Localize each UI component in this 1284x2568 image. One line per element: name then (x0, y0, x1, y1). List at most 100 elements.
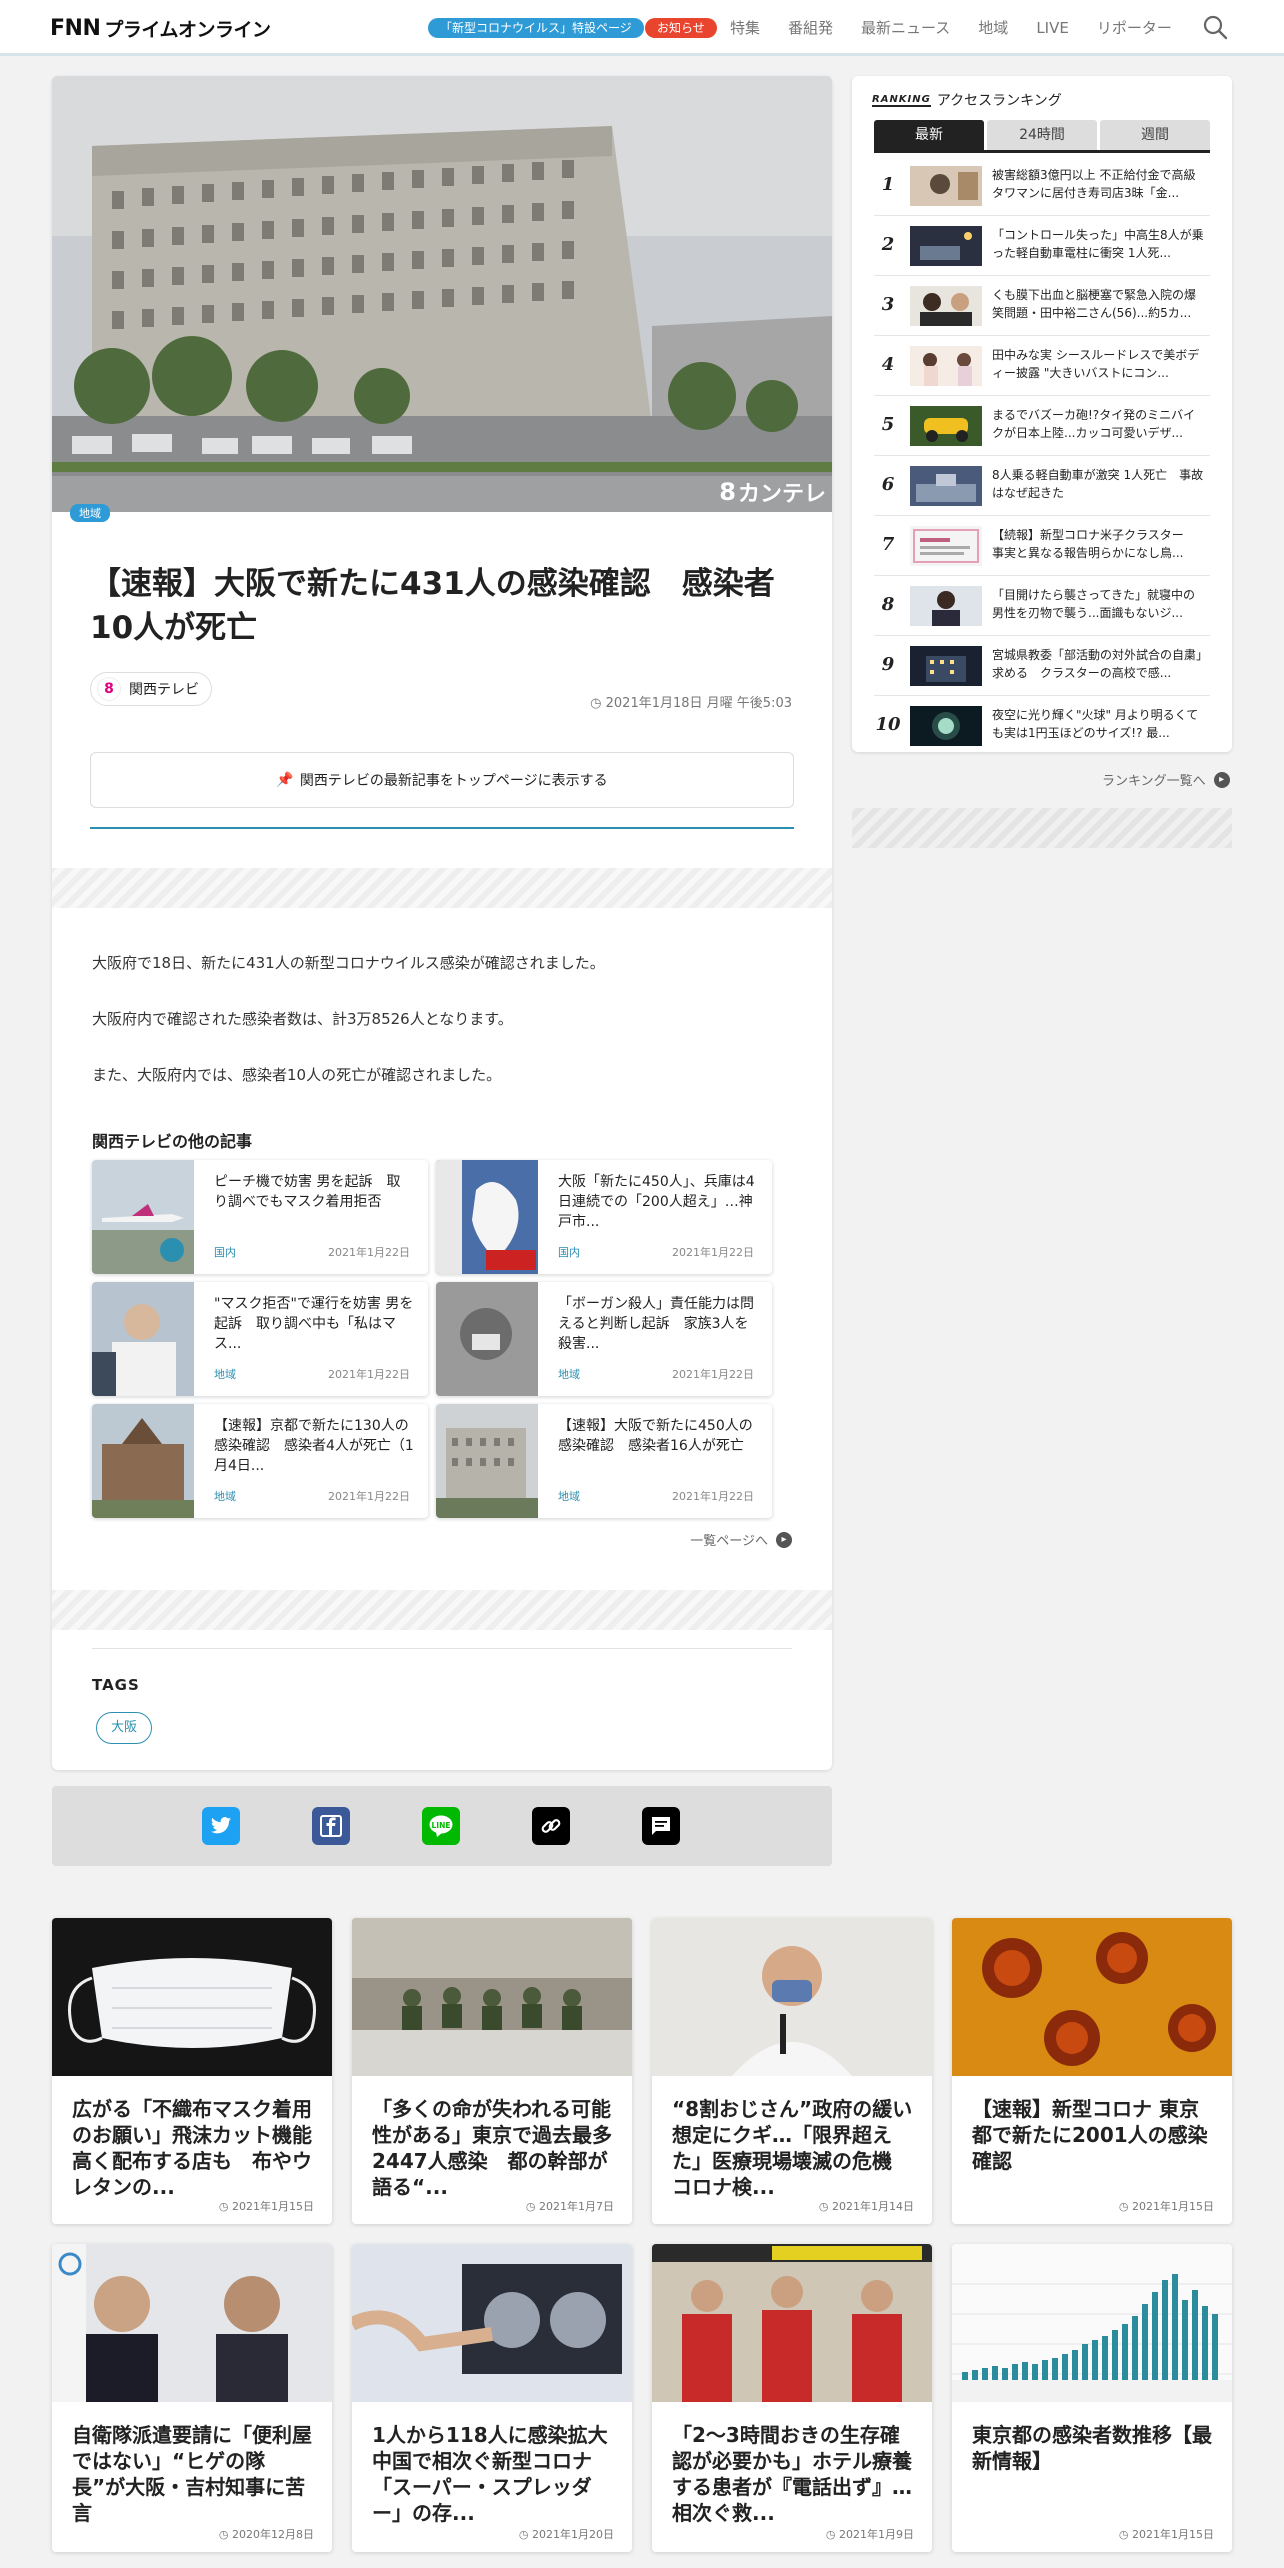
related-title: 【速報】大阪で新たに450人の感染確認 感染者16人が死亡 (558, 1418, 753, 1454)
ranking-more-link[interactable]: ランキング一覧へ ▸ (1102, 770, 1230, 789)
grid-article-card[interactable]: 【速報】新型コロナ 東京都で新たに2001人の感染確認 ◷ 2021年1月15日 (952, 1918, 1232, 2224)
grid-thumb (652, 2244, 932, 2402)
related-date: 2021年1月22日 (328, 1368, 410, 1381)
tag-chip-osaka[interactable]: 大阪 (96, 1712, 153, 1744)
ranking-title: まるでバズーカ砲!?タイ発のミニバイクが日本上陸...カッコ可愛いデザ... (992, 408, 1196, 440)
grid-title: 「多くの命が失われる可能性がある」東京で過去最多2447人感染 都の幹部が語る“… (372, 2097, 612, 2199)
hero-watermark: 8 カンテレ (719, 478, 826, 507)
grid-date: ◷ 2021年1月15日 (1118, 2528, 1214, 2541)
ranking-thumb (910, 406, 982, 446)
share-bar: LINE (52, 1786, 832, 1866)
site-logo[interactable]: FNN プライムオンライン (50, 15, 271, 41)
ranking-item[interactable]: 3 くも膜下出血と脳梗塞で緊急入院の爆笑問題・田中裕二さん(56)...約5カ.… (874, 276, 1210, 336)
tab-weekly[interactable]: 週間 (1100, 120, 1210, 150)
related-article-card[interactable]: 「ボーガン殺人」責任能力は問えると判断し起訴 家族3人を殺害... 地域 202… (436, 1282, 772, 1396)
ranking-item[interactable]: 6 8人乗る軽自動車が激突 1人死亡 事故はなぜ起きた (874, 456, 1210, 516)
ranking-number: 9 (881, 654, 895, 675)
related-article-card[interactable]: 【速報】大阪で新たに450人の感染確認 感染者16人が死亡 地域 2021年1月… (436, 1404, 772, 1518)
clock-icon: ◷ (518, 2528, 532, 2541)
hatch-divider (52, 868, 832, 908)
clock-icon: ◷ (590, 696, 606, 711)
related-section-title: 関西テレビの他の記事 (92, 1132, 253, 1151)
twitter-share-button[interactable] (202, 1807, 240, 1845)
nav-item-reporter[interactable]: リポーター (1097, 16, 1172, 40)
facebook-share-button[interactable] (312, 1807, 350, 1845)
main-nav: 特集 番組発 最新ニュース 地域 LIVE リポーター (730, 16, 1200, 40)
article-title: 【速報】大阪で新たに431人の感染確認 感染者10人が死亡 (90, 566, 775, 646)
grid-title: 自衛隊派遣要請に「便利屋ではない」“ヒゲの隊長”が大阪・吉村知事に苦言 (72, 2423, 312, 2525)
nav-item-latest-news[interactable]: 最新ニュース (861, 16, 950, 40)
related-more-link[interactable]: 一覧ページへ ▸ (690, 1530, 792, 1549)
source-badge[interactable]: 8 関西テレビ (90, 672, 212, 706)
grid-article-card[interactable]: 自衛隊派遣要請に「便利屋ではない」“ヒゲの隊長”が大阪・吉村知事に苦言 ◷ 20… (52, 2244, 332, 2552)
pin-to-top-button[interactable]: 📌 関西テレビの最新記事をトップページに表示する (90, 752, 794, 808)
grid-title: 広がる「不織布マスク着用のお願い」飛沫カット機能高く配布する店も 布やウレタンの… (72, 2097, 312, 2199)
ranking-item[interactable]: 9 宮城県教委「部活動の対外試合の自粛」求める クラスターの高校で感... (874, 636, 1210, 696)
ranking-tabs: 最新 24時間 週間 (874, 120, 1213, 150)
covid-special-link[interactable]: 「新型コロナウイルス」特設ページ (428, 18, 644, 38)
clock-icon: ◷ (1118, 2528, 1132, 2541)
ranking-thumb (910, 706, 982, 746)
region-tag[interactable]: 地域 (70, 504, 110, 522)
grid-date: ◷ 2021年1月15日 (1118, 2200, 1214, 2213)
grid-date: ◷ 2021年1月20日 (518, 2528, 614, 2541)
article-paragraph: また、大阪府内では、感染者10人の死亡が確認されました。 (92, 1066, 502, 1084)
ranking-title: 宮城県教委「部活動の対外試合の自粛」求める クラスターの高校で感... (992, 648, 1203, 680)
ranking-title: 被害総額3億円以上 不正給付金で高級タワマンに居付き寿司店3昧「金... (992, 168, 1196, 200)
divider (90, 827, 794, 829)
related-title: 【速報】京都で新たに130人の感染確認 感染者4人が死亡（1月4日... (214, 1418, 414, 1474)
grid-article-card[interactable]: 1人から118人に感染拡大 中国で相次ぐ新型コロナ「スーパー・スプレッダー」の存… (352, 2244, 632, 2552)
grid-title: 「2～3時間おきの生存確認が必要かも」ホテル療養する患者が『電話出ず』…相次ぐ救… (672, 2423, 912, 2525)
pin-icon: 📌 (276, 772, 294, 788)
related-category: 国内 (558, 1246, 580, 1259)
grid-date: ◷ 2021年1月14日 (818, 2200, 914, 2213)
related-thumb (436, 1160, 538, 1274)
ranking-item[interactable]: 2 「コントロール失った」中高生8人が乗った軽自動車電柱に衝突 1人死... (874, 216, 1210, 276)
related-article-card[interactable]: ピーチ機で妨害 男を起訴 取り調べでもマスク着用拒否 国内 2021年1月22日 (92, 1160, 428, 1274)
nav-item-live[interactable]: LIVE (1036, 16, 1069, 40)
grid-article-card[interactable]: 「多くの命が失われる可能性がある」東京で過去最多2447人感染 都の幹部が語る“… (352, 1918, 632, 2224)
related-date: 2021年1月22日 (672, 1490, 754, 1503)
grid-thumb (352, 2244, 632, 2402)
related-date: 2021年1月22日 (672, 1246, 754, 1259)
grid-article-card[interactable]: 「2～3時間おきの生存確認が必要かも」ホテル療養する患者が『電話出ず』…相次ぐ救… (652, 2244, 932, 2552)
clock-icon: ◷ (525, 2200, 539, 2213)
copy-link-button[interactable] (532, 1807, 570, 1845)
tab-latest[interactable]: 最新 (874, 120, 984, 150)
related-article-card[interactable]: 大阪「新たに450人」、兵庫は4日連続での「200人超え」…神戸市... 国内 … (436, 1160, 772, 1274)
grid-article-card[interactable]: 広がる「不織布マスク着用のお願い」飛沫カット機能高く配布する店も 布やウレタンの… (52, 1918, 332, 2224)
grid-article-card[interactable]: “8割おじさん”政府の緩い想定にクギ…「限界超えた」医療現場壊滅の危機 コロナ検… (652, 1918, 932, 2224)
ranking-item[interactable]: 8 「目開けたら襲さってきた」就寝中の男性を刃物で襲う...面識もないジ... (874, 576, 1210, 636)
clock-icon: ◷ (218, 2528, 232, 2541)
ranking-number: 3 (881, 294, 895, 315)
ranking-thumb (910, 586, 982, 626)
tab-24h[interactable]: 24時間 (987, 120, 1097, 150)
ranking-number: 8 (881, 594, 895, 615)
nav-item-program[interactable]: 番組発 (788, 16, 833, 40)
related-date: 2021年1月22日 (328, 1490, 410, 1503)
chevron-right-icon: ▸ (776, 1531, 792, 1548)
related-category: 地域 (558, 1368, 580, 1381)
ranking-item[interactable]: 7 【続報】新型コロナ米子クラスター 事実と異なる報告明らかになし鳥... (874, 516, 1210, 576)
grid-article-card[interactable]: 東京都の感染者数推移【最新情報】 ◷ 2021年1月15日 (952, 2244, 1232, 2552)
line-share-button[interactable]: LINE (422, 1807, 460, 1845)
nav-item-feature[interactable]: 特集 (730, 16, 760, 40)
site-header: FNN プライムオンライン 「新型コロナウイルス」特設ページ お知らせ 特集 番… (0, 0, 1284, 56)
ranking-item[interactable]: 1 被害総額3億円以上 不正給付金で高級タワマンに居付き寿司店3昧「金... (874, 156, 1210, 216)
grid-thumb (952, 1918, 1232, 2076)
ranking-thumb (910, 286, 982, 326)
notice-link[interactable]: お知らせ (645, 18, 717, 38)
divider (92, 1648, 792, 1649)
grid-thumb (652, 1918, 932, 2076)
hatch-divider (52, 1590, 832, 1630)
nav-item-region[interactable]: 地域 (978, 16, 1008, 40)
comment-button[interactable] (642, 1807, 680, 1845)
clock-icon: ◷ (818, 2200, 832, 2213)
ranking-item[interactable]: 4 田中みな実 シースルードレスで美ボディー披露 "大きいバストにコン... (874, 336, 1210, 396)
ranking-item[interactable]: 5 まるでバズーカ砲!?タイ発のミニバイクが日本上陸...カッコ可愛いデザ... (874, 396, 1210, 456)
related-article-card[interactable]: 【速報】京都で新たに130人の感染確認 感染者4人が死亡（1月4日... 地域 … (92, 1404, 428, 1518)
search-icon[interactable] (1202, 14, 1228, 40)
related-article-card[interactable]: "マスク拒否"で運行を妨害 男を起訴 取り調べ中も「私はマス... 地域 202… (92, 1282, 428, 1396)
ranking-item[interactable]: 10 夜空に光り輝く"火球" 月より明るくても実は1円玉ほどのサイズ!? 最..… (874, 696, 1210, 752)
facebook-icon (320, 1815, 342, 1837)
